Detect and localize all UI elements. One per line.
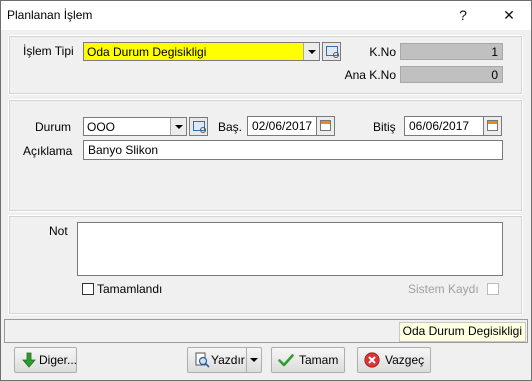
window-title: Planlanan İşlem — [7, 8, 93, 22]
bas-label: Baş. — [218, 120, 243, 134]
chevron-down-icon[interactable] — [303, 43, 319, 60]
print-preview-icon — [195, 352, 210, 368]
vazgec-button[interactable]: Vazgeç — [357, 347, 431, 373]
durum-value: OOO — [87, 120, 116, 134]
tamam-button[interactable]: Tamam — [271, 347, 345, 373]
ana-kno-label: Ana K.No — [344, 68, 396, 82]
dialog-window: Planlanan İşlem ? ✕ İşlem Tipi Oda Durum… — [0, 0, 532, 381]
title-bar: Planlanan İşlem ? ✕ — [1, 1, 531, 30]
cancel-icon — [364, 352, 380, 368]
durum-combo[interactable]: OOO — [83, 117, 187, 136]
calendar-icon[interactable] — [316, 116, 335, 136]
aciklama-field[interactable]: Banyo Slikon — [83, 140, 503, 160]
vazgec-label: Vazgeç — [385, 353, 425, 367]
arrow-down-icon — [22, 352, 36, 368]
kno-label: K.No — [369, 45, 396, 59]
islem-panel: İşlem Tipi Oda Durum Degisikligi K.No 1 … — [8, 35, 523, 95]
bas-date-value: 02/06/2017 — [252, 119, 313, 133]
kno-field: 1 — [400, 43, 503, 60]
lookup-icon[interactable] — [322, 42, 341, 61]
aciklama-value: Banyo Slikon — [88, 143, 159, 157]
diger-button[interactable]: Diger... — [14, 347, 77, 373]
islem-tipi-value: Oda Durum Degisikligi — [87, 45, 207, 59]
kno-value: 1 — [491, 45, 498, 59]
lookup-icon[interactable] — [189, 117, 208, 136]
calendar-icon[interactable] — [483, 116, 502, 136]
tamamlandi-label[interactable]: Tamamlandı — [97, 282, 162, 296]
not-label: Not — [49, 224, 68, 238]
ana-kno-value: 0 — [491, 68, 498, 82]
durum-panel: Durum OOO Baş. 02/06/2017 Bitiş 06/06/20… — [8, 99, 523, 212]
yazdir-dropdown-arrow[interactable] — [246, 348, 261, 372]
ana-kno-field: 0 — [400, 66, 503, 83]
bas-date-field[interactable]: 02/06/2017 — [247, 116, 317, 136]
not-panel: Not Tamamlandı Sistem Kaydı — [8, 215, 523, 315]
aciklama-label: Açıklama — [23, 144, 73, 158]
help-button[interactable]: ? — [443, 3, 483, 27]
status-text: Oda Durum Degisikligi — [398, 322, 526, 342]
durum-label: Durum — [35, 120, 72, 134]
close-button[interactable]: ✕ — [489, 3, 529, 27]
yazdir-label: Yazdır — [211, 353, 245, 367]
checkmark-icon — [278, 354, 294, 367]
islem-tipi-label: İşlem Tipi — [23, 44, 74, 58]
bitis-date-value: 06/06/2017 — [409, 119, 470, 133]
chevron-down-icon[interactable] — [170, 118, 186, 135]
status-bar: Oda Durum Degisikligi — [4, 319, 528, 343]
diger-label: Diger... — [39, 353, 78, 367]
bitis-label: Bitiş — [373, 120, 396, 134]
sistem-kaydi-checkbox — [487, 283, 499, 295]
not-textarea[interactable] — [77, 222, 503, 276]
bitis-date-field[interactable]: 06/06/2017 — [404, 116, 484, 136]
yazdir-button[interactable]: Yazdır — [187, 347, 262, 373]
tamamlandi-checkbox[interactable] — [82, 283, 94, 295]
sistem-kaydi-label: Sistem Kaydı — [408, 282, 479, 296]
tamam-label: Tamam — [299, 353, 339, 367]
islem-tipi-combo[interactable]: Oda Durum Degisikligi — [83, 42, 320, 61]
